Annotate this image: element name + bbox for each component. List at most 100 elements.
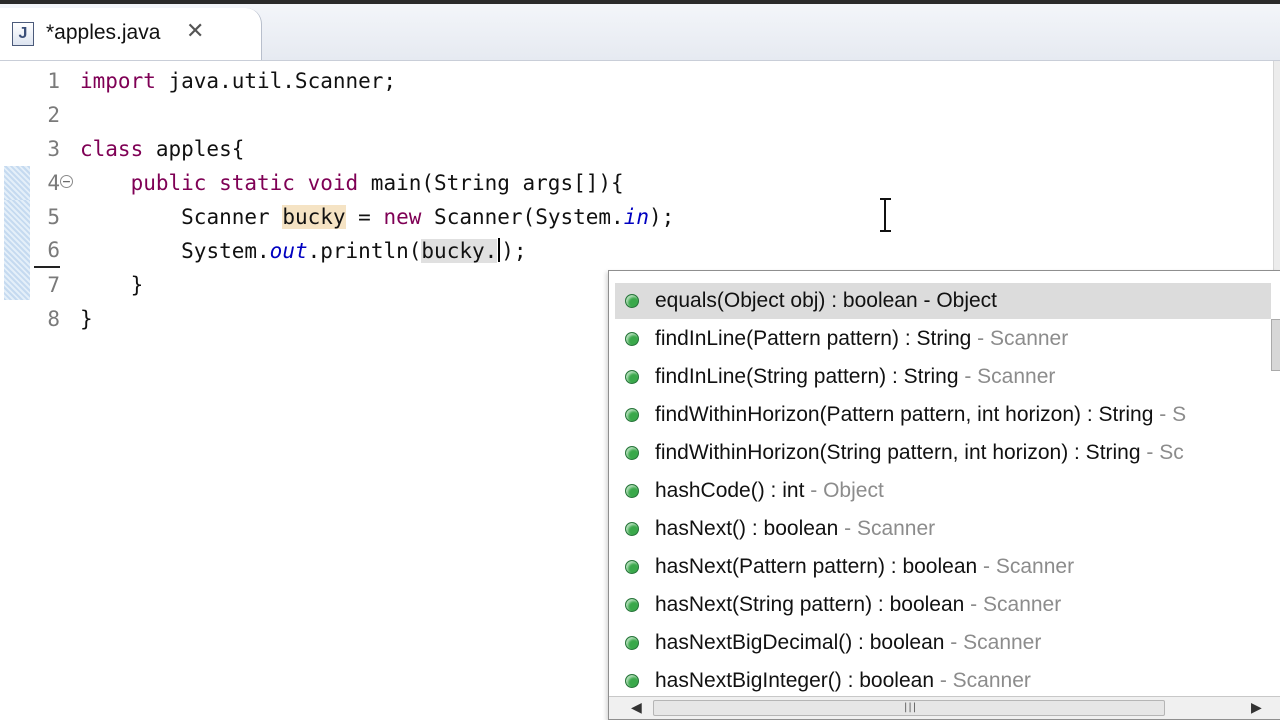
- code-text: import java.util.Scanner;: [80, 64, 396, 98]
- proposal-signature: findInLine(String pattern) : String: [655, 365, 959, 388]
- proposal-signature: hasNext(Pattern pattern) : boolean: [655, 555, 978, 578]
- proposal-item[interactable]: equals(Object obj) : boolean - Object: [615, 283, 1271, 319]
- proposal-item[interactable]: hasNext() : boolean - Scanner: [625, 511, 1265, 547]
- proposal-declaring-type: - Scanner: [971, 327, 1069, 350]
- keyword: public static void: [130, 171, 359, 195]
- keyword: class: [80, 137, 144, 161]
- java-file-icon: J: [12, 22, 34, 46]
- proposal-declaring-type: - Object: [804, 479, 884, 502]
- code-text: );: [649, 205, 675, 229]
- code-text: =: [345, 205, 384, 229]
- proposal-item[interactable]: findWithinHorizon(String pattern, int ho…: [625, 435, 1265, 471]
- keyword: new: [383, 205, 422, 229]
- proposal-declaring-type: - Scanner: [934, 669, 1031, 692]
- code-text: );: [501, 239, 527, 263]
- proposal-declaring-type: - Scanner: [838, 517, 936, 540]
- code-text: Scanner bucky = new Scanner(System.in);: [80, 200, 674, 234]
- code-line: 1 import java.util.Scanner;: [0, 64, 1280, 98]
- proposal-declaring-type: - Scanner: [964, 593, 1062, 616]
- scroll-grip-icon: |||: [904, 702, 918, 713]
- proposal-signature: findInLine(Pattern pattern) : String: [655, 327, 972, 350]
- current-code-line: 6 System.out.println(bucky.);: [0, 234, 1280, 268]
- code-text: }: [80, 307, 93, 331]
- variable-occurrence: bucky: [282, 205, 346, 229]
- code-text: }: [80, 302, 93, 336]
- proposal-item[interactable]: findInLine(Pattern pattern) : String - S…: [625, 321, 1265, 357]
- public-method-icon: [625, 408, 639, 422]
- proposal-item[interactable]: hasNextBigDecimal() : boolean - Scanner: [625, 625, 1265, 661]
- code-text: public static void main(String args[]){: [80, 166, 624, 200]
- public-method-icon: [625, 484, 639, 498]
- proposal-signature: hasNextBigDecimal() : boolean: [655, 631, 945, 654]
- keyword: import: [80, 69, 156, 93]
- line-number: 3: [47, 137, 60, 161]
- code-text: }: [80, 268, 144, 302]
- line-number: 1: [47, 69, 60, 93]
- tab-apples-java[interactable]: J *apples.java ✕: [0, 8, 262, 60]
- variable-occurrence: bucky.: [421, 239, 498, 263]
- line-number: 7: [47, 273, 60, 297]
- public-method-icon: [625, 598, 639, 612]
- mouse-ibeam-icon: [880, 198, 891, 232]
- code-text: Scanner: [181, 205, 283, 229]
- line-number: 8: [47, 307, 60, 331]
- code-line: 5 Scanner bucky = new Scanner(System.in)…: [0, 200, 1280, 234]
- public-method-icon: [625, 294, 639, 308]
- proposal-item[interactable]: hasNext(Pattern pattern) : boolean - Sca…: [625, 549, 1265, 585]
- public-method-icon: [625, 522, 639, 536]
- close-icon[interactable]: ✕: [186, 19, 204, 44]
- public-method-icon: [625, 446, 639, 460]
- code-line: 2: [0, 98, 1280, 132]
- code-text: System.out.println(bucky.);: [80, 234, 527, 268]
- line-number: 6: [34, 234, 60, 268]
- line-number: 5: [47, 205, 60, 229]
- content-assist-popup[interactable]: equals(Object obj) : boolean - Object fi…: [608, 270, 1280, 720]
- line-number: 4: [47, 171, 60, 195]
- horizontal-scrollbar[interactable]: ◀ ||| ▶: [609, 696, 1280, 719]
- proposal-declaring-type: - Scanner: [977, 555, 1075, 578]
- proposal-item[interactable]: hashCode() : int - Object: [625, 473, 1265, 509]
- code-line: 4 − public static void main(String args[…: [0, 166, 1280, 200]
- proposal-signature: findWithinHorizon(String pattern, int ho…: [655, 441, 1141, 464]
- proposal-signature: hashCode() : int: [655, 479, 805, 502]
- public-method-icon: [625, 636, 639, 650]
- code-text: .println(: [307, 239, 422, 263]
- window-top-edge: [0, 0, 1280, 4]
- proposal-declaring-type: - Sc: [1140, 441, 1184, 464]
- fold-collapse-icon[interactable]: −: [60, 175, 73, 188]
- proposal-declaring-type: - Scanner: [944, 631, 1042, 654]
- public-method-icon: [625, 332, 639, 346]
- static-field: in: [623, 205, 649, 229]
- scroll-right-arrow-icon[interactable]: ▶: [1251, 700, 1262, 716]
- proposal-item[interactable]: hasNextBigInteger() : boolean - Scanner: [625, 663, 1265, 699]
- public-method-icon: [625, 560, 639, 574]
- text-cursor: [498, 238, 501, 262]
- proposal-signature: equals(Object obj) : boolean - Object: [655, 289, 998, 312]
- public-method-icon: [625, 370, 639, 384]
- scroll-left-arrow-icon[interactable]: ◀: [631, 700, 642, 716]
- proposal-declaring-type: - Scanner: [958, 365, 1056, 388]
- code-text: }: [130, 273, 144, 297]
- code-text: class apples{: [80, 132, 244, 166]
- code-text: Scanner(System.: [421, 205, 624, 229]
- proposal-signature: hasNextBigInteger() : boolean: [655, 669, 934, 692]
- public-method-icon: [625, 674, 639, 688]
- proposal-item[interactable]: hasNext(String pattern) : boolean - Scan…: [625, 587, 1265, 623]
- proposal-item[interactable]: findWithinHorizon(Pattern pattern, int h…: [625, 397, 1265, 433]
- tab-title: *apples.java: [46, 21, 161, 44]
- proposal-item[interactable]: findInLine(String pattern) : String - Sc…: [625, 359, 1265, 395]
- static-field: out: [269, 239, 308, 263]
- vertical-scrollbar-thumb[interactable]: [1271, 319, 1280, 371]
- editor-tab-bar: J *apples.java ✕: [0, 0, 1280, 61]
- proposal-signature: hasNext(String pattern) : boolean: [655, 593, 965, 616]
- horizontal-scrollbar-thumb[interactable]: |||: [653, 700, 1165, 716]
- code-text: System.: [181, 239, 270, 263]
- code-text: apples{: [143, 137, 245, 161]
- code-text: java.util.Scanner;: [155, 69, 397, 93]
- code-text: main(String args[]){: [358, 171, 624, 195]
- proposal-signature: hasNext() : boolean: [655, 517, 839, 540]
- line-number: 2: [47, 103, 60, 127]
- proposal-signature: findWithinHorizon(Pattern pattern, int h…: [655, 403, 1154, 426]
- code-line: 3 class apples{: [0, 132, 1280, 166]
- proposal-declaring-type: - S: [1153, 403, 1187, 426]
